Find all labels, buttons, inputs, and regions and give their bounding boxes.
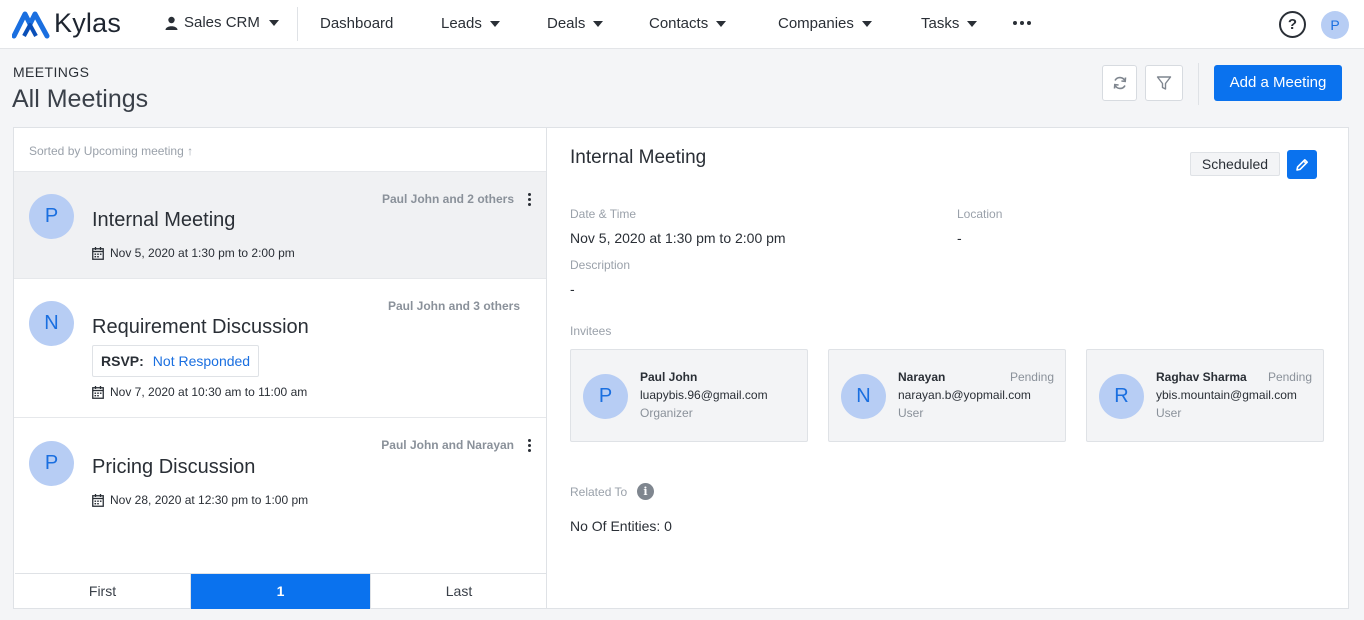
date-time-label: Date & Time (570, 207, 637, 221)
page-current-button[interactable]: 1 (191, 574, 370, 609)
nav-leads[interactable]: Leads (441, 15, 500, 32)
invitee-role: User (898, 406, 924, 420)
location-value: - (957, 230, 962, 246)
product-name: Sales CRM (184, 14, 260, 31)
description-value: - (570, 281, 575, 297)
top-navbar: Kylas Sales CRM Dashboard Leads Deals Co… (0, 0, 1364, 49)
page-title: All Meetings (12, 85, 149, 113)
detail-title: Internal Meeting (570, 147, 707, 168)
refresh-icon (1113, 76, 1126, 90)
invitee-card: R Raghav Sharma Pending ybis.mountain@gm… (1086, 349, 1324, 442)
user-icon (165, 16, 178, 30)
invitee-email: luapybis.96@gmail.com (640, 388, 768, 402)
filter-icon (1156, 76, 1172, 90)
avatar: P (29, 194, 74, 239)
meeting-title: Requirement Discussion (92, 316, 309, 338)
meeting-list-item[interactable]: N Requirement Discussion Paul John and 3… (14, 279, 546, 418)
meeting-list-item[interactable]: P Internal Meeting Paul John and 2 other… (14, 172, 546, 279)
rsvp-status[interactable]: RSVP: Not Responded (92, 345, 260, 377)
invitee-role: Organizer (640, 406, 693, 420)
nav-divider (297, 7, 298, 41)
sort-bar[interactable]: Sorted by Upcoming meeting ↑ (14, 128, 546, 172)
invitee-card: N Narayan Pending narayan.b@yopmail.com … (828, 349, 1066, 442)
edit-button[interactable] (1287, 150, 1317, 179)
add-meeting-button[interactable]: Add a Meeting (1214, 65, 1342, 101)
meeting-list-item[interactable]: P Pricing Discussion Paul John and Naray… (14, 418, 546, 524)
invitee-name: Raghav Sharma (1156, 370, 1247, 384)
meeting-date: Nov 7, 2020 at 10:30 am to 11:00 am (92, 385, 307, 399)
refresh-button[interactable] (1102, 65, 1137, 101)
avatar: N (841, 374, 886, 419)
brand-name: Kylas (54, 8, 122, 38)
invitee-name: Narayan (898, 370, 946, 384)
chevron-down-icon (967, 20, 978, 27)
rsvp-label: RSVP: (101, 353, 144, 369)
kylas-logo[interactable]: Kylas (12, 8, 121, 39)
rsvp-value: Not Responded (152, 353, 251, 369)
invitees-label: Invitees (570, 324, 612, 338)
help-icon[interactable]: ? (1279, 11, 1306, 38)
calendar-icon (92, 385, 104, 399)
nav-companies[interactable]: Companies (778, 15, 872, 32)
location-label: Location (957, 207, 1003, 221)
meeting-participants: Paul John and 2 others (381, 192, 514, 206)
sort-label: Sorted by (29, 144, 81, 158)
header-divider (1198, 63, 1199, 105)
kebab-menu-icon[interactable] (528, 439, 532, 452)
invitee-status: Pending (1267, 370, 1312, 384)
nav-contacts[interactable]: Contacts (649, 15, 727, 32)
more-options-icon[interactable] (1013, 21, 1031, 25)
avatar: P (583, 374, 628, 419)
invitee-name: Paul John (640, 370, 698, 384)
meeting-detail: Internal Meeting Scheduled Date & Time N… (546, 127, 1349, 609)
invitee-email: ybis.mountain@gmail.com (1156, 388, 1297, 402)
chevron-down-icon (593, 20, 604, 27)
pagination: First 1 Last (15, 573, 547, 609)
status-badge[interactable]: Scheduled (1190, 152, 1280, 176)
meeting-title: Internal Meeting (92, 209, 236, 231)
sort-field: Upcoming meeting ↑ (83, 144, 194, 158)
nav-tasks[interactable]: Tasks (921, 15, 978, 32)
meeting-participants: Paul John and Narayan (381, 438, 514, 452)
avatar: P (29, 441, 74, 486)
related-to-value: No Of Entities: 0 (570, 518, 672, 534)
page-last-button[interactable]: Last (370, 574, 547, 609)
section-label: MEETINGS (13, 64, 90, 80)
nav-deals[interactable]: Deals (547, 15, 604, 32)
chevron-down-icon (716, 20, 727, 27)
product-switcher[interactable]: Sales CRM (165, 14, 279, 31)
meeting-date: Nov 5, 2020 at 1:30 pm to 2:00 pm (92, 246, 295, 260)
avatar: R (1099, 374, 1144, 419)
pencil-icon (1296, 158, 1308, 171)
avatar: N (29, 301, 74, 346)
calendar-icon (92, 246, 104, 260)
description-label: Description (570, 258, 631, 272)
chevron-down-icon (268, 19, 279, 26)
kylas-logo-icon (12, 11, 50, 38)
page-first-button[interactable]: First (15, 574, 191, 609)
related-to-label: Related To (570, 485, 628, 499)
invitee-status: Pending (1009, 370, 1054, 384)
nav-dashboard[interactable]: Dashboard (320, 15, 393, 32)
invitee-email: narayan.b@yopmail.com (898, 388, 1031, 402)
kebab-menu-icon[interactable] (528, 193, 532, 206)
meeting-date: Nov 28, 2020 at 12:30 pm to 1:00 pm (92, 493, 308, 507)
meeting-list: Sorted by Upcoming meeting ↑ P Internal … (13, 127, 547, 609)
meeting-title: Pricing Discussion (92, 456, 256, 478)
invitee-card: P Paul John luapybis.96@gmail.com Organi… (570, 349, 808, 442)
info-icon[interactable]: i (637, 483, 654, 500)
chevron-down-icon (489, 20, 500, 27)
meeting-participants: Paul John and 3 others (387, 299, 520, 313)
filter-button[interactable] (1145, 65, 1183, 101)
chevron-down-icon (861, 20, 872, 27)
calendar-icon (92, 493, 104, 507)
invitee-role: User (1156, 406, 1182, 420)
date-time-value: Nov 5, 2020 at 1:30 pm to 2:00 pm (570, 230, 786, 246)
user-avatar[interactable]: P (1321, 11, 1349, 39)
